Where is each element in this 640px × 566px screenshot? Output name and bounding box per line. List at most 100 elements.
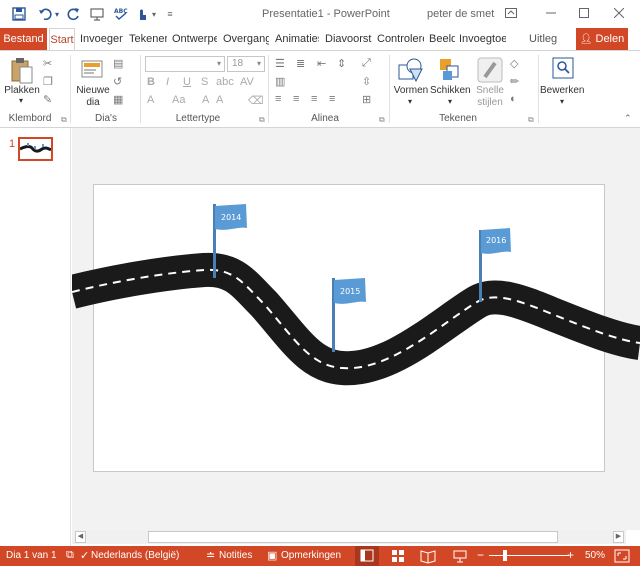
accessibility-icon[interactable]: ⧉ [66,549,74,562]
undo-dropdown-icon[interactable]: ▾ [52,5,62,23]
align-center-icon[interactable]: ≡ [293,93,299,105]
slideshow-icon[interactable] [450,546,470,566]
columns-icon[interactable]: ▥ [275,75,285,88]
strikethrough-icon[interactable]: abc [216,76,234,88]
new-slide-label-line2[interactable]: dia [74,97,112,109]
scroll-right-icon[interactable]: ▶ [613,531,624,543]
user-name[interactable]: peter de smet [427,8,494,20]
comments-icon[interactable]: ▣ [267,549,277,562]
underline-icon[interactable]: U [183,76,191,88]
bold-icon[interactable]: B [147,76,155,88]
layout-icon[interactable]: ▤ [113,57,123,70]
spelling-icon[interactable]: ABC [112,5,130,23]
copy-icon[interactable]: ❐ [43,75,53,88]
touch-mode-icon[interactable] [134,5,150,23]
clear-format-icon[interactable]: ⌫ [248,94,264,107]
shape-effects-icon[interactable]: ◐ [510,93,517,105]
shapes-icon[interactable] [398,57,424,86]
format-painter-icon[interactable]: ✎ [43,93,52,106]
zoom-level[interactable]: 50% [585,550,605,561]
ribbon-display-options-icon[interactable] [500,4,522,22]
tell-me-label[interactable]: Uitleg [529,28,569,50]
flag-2015[interactable]: 2015 [332,278,366,352]
arrange-dropdown-icon[interactable]: ▾ [445,96,455,108]
shrink-font-icon[interactable]: A [216,94,223,106]
tab-file[interactable]: Bestand [0,28,47,50]
align-text-icon[interactable]: ⇳ [362,75,371,88]
drawing-launcher-icon[interactable]: ⧉ [528,115,534,125]
paste-icon[interactable] [10,57,34,88]
shape-fill-icon[interactable]: ◇ [510,57,518,70]
close-icon[interactable] [608,4,630,22]
section-icon[interactable]: ▦ [113,93,123,106]
fit-to-window-icon[interactable] [614,549,634,563]
road-timeline[interactable]: 2014 2015 2016 [72,128,640,530]
shapes-dropdown-icon[interactable]: ▾ [405,96,415,108]
tab-draw[interactable]: Tekenen [129,28,167,50]
zoom-in-icon[interactable]: + [567,548,574,562]
minimize-icon[interactable] [540,4,562,22]
justify-icon[interactable]: ≡ [329,93,335,105]
align-right-icon[interactable]: ≡ [311,93,317,105]
shadow-icon[interactable]: S [201,76,208,88]
indent-decrease-icon[interactable]: ⇤ [317,57,326,70]
smartart-icon[interactable]: ⊞ [362,93,371,106]
tab-transitions[interactable]: Overgangen [223,28,269,50]
find-icon[interactable] [552,57,574,82]
present-icon[interactable] [88,5,106,23]
text-direction-icon[interactable]: ⤢ [362,57,371,70]
slide-thumbnail[interactable] [18,137,53,161]
reading-view-icon[interactable] [418,546,438,566]
maximize-icon[interactable] [573,4,595,22]
editing-dropdown-icon[interactable]: ▾ [557,96,567,108]
tab-insert[interactable]: Invoegen [80,28,123,50]
scrollbar-thumb[interactable] [148,531,558,543]
zoom-slider[interactable] [489,555,569,556]
customize-icon[interactable]: ≡ [164,5,176,23]
line-spacing-icon[interactable]: ⇕ [337,57,346,70]
tab-slideshow[interactable]: Diavoorstelling [325,28,372,50]
touch-dropdown-icon[interactable]: ▾ [149,5,159,23]
language-icon[interactable]: ✓ [80,549,89,562]
tab-review[interactable]: Controleren [377,28,424,50]
redo-icon[interactable] [64,5,82,23]
grow-font-icon[interactable]: A [202,94,209,106]
change-case-icon[interactable]: Aa [172,94,185,106]
save-icon[interactable] [10,5,28,23]
slide-counter[interactable]: Dia 1 van 1 [6,550,57,561]
italic-icon[interactable]: I [166,76,169,88]
font-size-combo[interactable]: 18 ▾ [227,56,265,72]
numbering-icon[interactable]: ≣ [296,57,305,70]
tab-design[interactable]: Ontwerpen [172,28,217,50]
font-launcher-icon[interactable]: ⧉ [259,115,265,125]
zoom-out-icon[interactable]: − [477,548,484,562]
notes-button[interactable]: Notities [219,550,252,561]
reset-icon[interactable]: ↺ [113,75,122,88]
tab-addins[interactable]: Invoegtoepassingen [459,28,506,50]
tab-view[interactable]: Beeld [429,28,455,50]
new-slide-icon[interactable] [80,57,104,84]
language-label[interactable]: Nederlands (België) [91,550,179,561]
shape-outline-icon[interactable]: ✏ [510,75,519,88]
slide-sorter-icon[interactable] [388,546,408,566]
tab-start[interactable]: Start [49,28,75,51]
quick-styles-label-line2[interactable]: stijlen [470,97,510,109]
scroll-left-icon[interactable]: ◀ [75,531,86,543]
quick-styles-icon[interactable] [477,57,503,86]
normal-view-button[interactable] [355,546,379,566]
quick-styles-label-line1[interactable]: Snelle [470,85,510,97]
cut-icon[interactable]: ✂ [43,57,52,70]
font-color-icon[interactable]: A [147,94,154,106]
paste-dropdown-icon[interactable]: ▾ [16,95,26,107]
align-left-icon[interactable]: ≡ [275,93,281,105]
share-button[interactable]: 👤︎ Delen [576,28,628,50]
new-slide-label-line1[interactable]: Nieuwe [74,85,112,97]
spacing-icon[interactable]: AV [240,76,254,88]
paragraph-launcher-icon[interactable]: ⧉ [379,115,385,125]
comments-button[interactable]: Opmerkingen [281,550,341,561]
zoom-slider-thumb[interactable] [503,550,507,561]
tab-animations[interactable]: Animaties [275,28,319,50]
clipboard-launcher-icon[interactable]: ⧉ [61,115,67,125]
arrange-icon[interactable] [438,57,462,86]
collapse-ribbon-icon[interactable]: ⌃ [624,113,632,124]
